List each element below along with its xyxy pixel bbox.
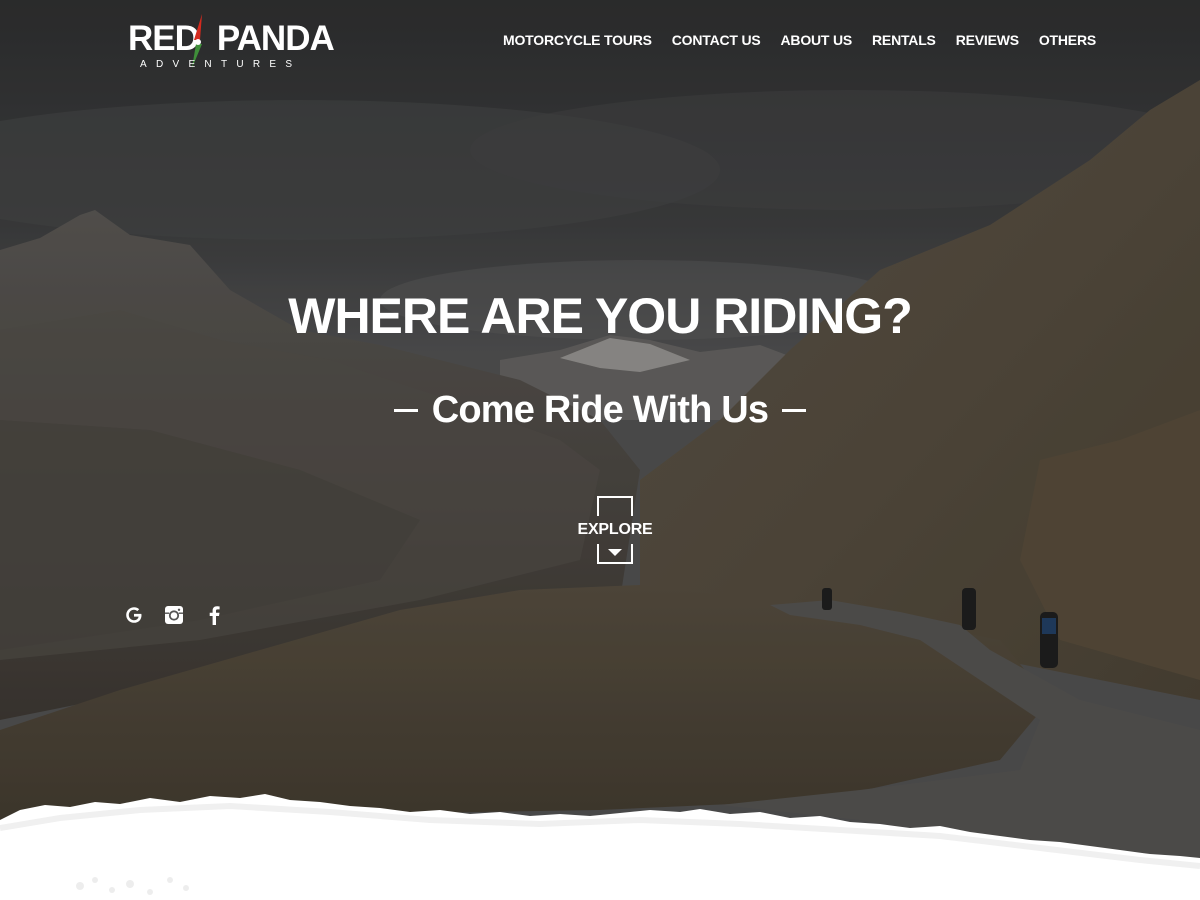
explore-bracket-top [597,496,633,516]
explore-button[interactable]: EXPLORE [572,494,658,568]
social-links [124,604,224,626]
instagram-icon[interactable] [164,604,184,626]
main-nav: MOTORCYCLE TOURS CONTACT US ABOUT US REN… [503,31,1096,49]
logo-tagline: ADVENTURES [140,59,302,70]
hero-section [0,0,1200,900]
hero-subtitle: Come Ride With Us [431,389,769,431]
torn-paper-divider [0,794,1200,900]
nav-item-contact-us[interactable]: CONTACT US [672,31,761,49]
explore-label: EXPLORE [577,521,653,538]
nav-item-about-us[interactable]: ABOUT US [781,31,853,49]
logo-wordmark: RED PANDA [128,19,335,58]
hero-subtitle-row: Come Ride With Us [0,388,1200,432]
brand-logo[interactable]: RED PANDA ADVENTURES [128,14,335,74]
caret-down-icon [608,549,622,556]
logo-text-panda: PANDA [216,19,335,58]
nav-item-reviews[interactable]: REVIEWS [956,31,1019,49]
google-icon[interactable] [124,604,144,626]
nav-item-rentals[interactable]: RENTALS [872,31,936,49]
nav-item-others[interactable]: OTHERS [1039,31,1096,49]
hero-overlay [0,0,1200,900]
subtitle-dash-right [782,408,807,412]
hero-title: WHERE ARE YOU RIDING? [288,288,912,344]
facebook-icon[interactable] [204,604,224,626]
subtitle-dash-left [393,408,418,412]
nav-item-motorcycle-tours[interactable]: MOTORCYCLE TOURS [503,31,652,49]
